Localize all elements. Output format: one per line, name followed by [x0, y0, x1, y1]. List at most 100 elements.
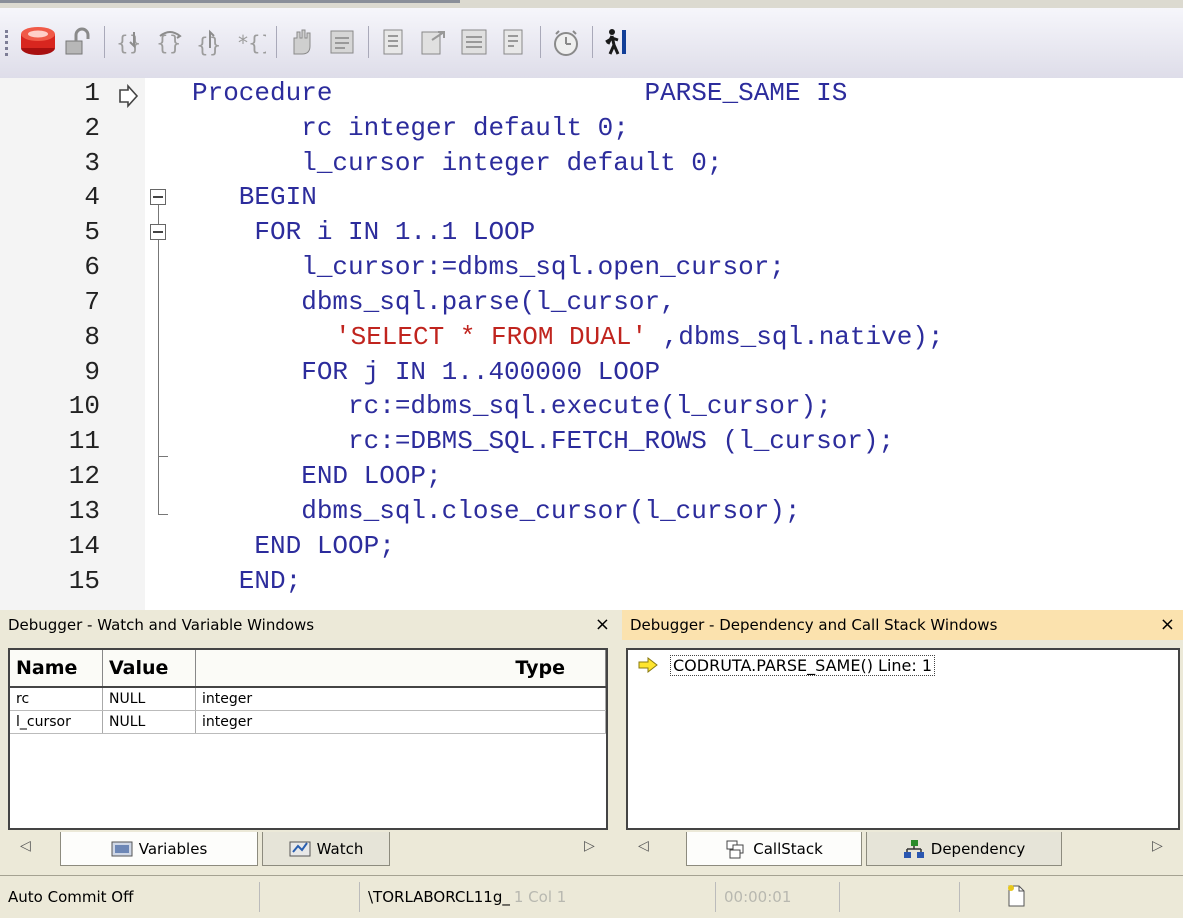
line-number: 9 — [84, 357, 100, 387]
callstack-dependency-panel: Debugger - Dependency and Call Stack Win… — [622, 610, 1183, 875]
step-into-icon[interactable]: {} — [112, 24, 148, 60]
cursor-position: 1 Col 1 — [513, 888, 567, 906]
fold-guide-line — [158, 240, 159, 514]
unlock-icon[interactable] — [60, 24, 96, 60]
execution-timer: 00:00:01 — [716, 882, 840, 912]
status-document-cell — [960, 882, 1183, 912]
code-line: Procedure PARSE_SAME IS — [192, 78, 848, 108]
tab-label: Variables — [138, 839, 208, 858]
exit-debugger-icon[interactable] — [598, 24, 634, 60]
fold-guide-line — [158, 205, 159, 224]
connection-name: \TORLABORCL11g_ — [368, 888, 510, 906]
callstack-panel-title-text: Debugger - Dependency and Call Stack Win… — [630, 616, 998, 634]
run-to-cursor-icon[interactable]: *{} — [232, 24, 268, 60]
status-spacer — [260, 882, 360, 912]
toolbar-grip[interactable] — [5, 30, 12, 56]
column-header-type[interactable]: Type — [195, 650, 606, 688]
list-icon[interactable] — [376, 24, 412, 60]
auto-commit-status[interactable]: Auto Commit Off — [0, 882, 260, 912]
variables-table: Name Value Type rc NULL integer l_cursor… — [10, 650, 606, 734]
watch-panel-title: Debugger - Watch and Variable Windows × — [0, 610, 618, 640]
debugger-toolbar: {} {} {} *{} — [0, 8, 1183, 79]
line-number: 10 — [68, 391, 100, 421]
callstack-panel-tabbar: ◁ CallStack Dependency ▷ — [622, 832, 1183, 874]
fold-guide-tick — [158, 456, 168, 457]
line-number: 14 — [68, 531, 100, 561]
watch-window-icon[interactable] — [456, 24, 492, 60]
status-bar: Auto Commit Off \TORLABORCL11g_ 1 Col 1 0… — [0, 875, 1183, 918]
code-line: rc integer default 0; — [192, 113, 629, 143]
code-line: dbms_sql.close_cursor(l_cursor); — [192, 496, 801, 526]
variable-type: integer — [195, 710, 606, 734]
code-line: rc:=DBMS_SQL.FETCH_ROWS (l_cursor); — [192, 426, 895, 456]
tab-label: Dependency — [930, 839, 1026, 858]
toolbar-separator — [540, 26, 541, 58]
evaluate-icon[interactable] — [416, 24, 452, 60]
code-line: rc:=dbms_sql.execute(l_cursor); — [192, 391, 832, 421]
code-line: END; — [192, 566, 302, 596]
fold-toggle-icon[interactable] — [150, 189, 166, 205]
fold-toggle-icon[interactable] — [150, 224, 166, 240]
variable-type: integer — [195, 687, 606, 711]
svg-text:{}: {} — [116, 31, 141, 55]
window-top-strip — [0, 0, 1183, 8]
connection-status: \TORLABORCL11g_ 1 Col 1 — [360, 882, 716, 912]
table-row[interactable]: l_cursor NULL integer — [10, 710, 606, 734]
step-out-icon[interactable]: {} — [192, 24, 228, 60]
close-icon[interactable]: × — [595, 610, 610, 640]
new-document-icon[interactable] — [1006, 884, 1026, 908]
watch-panel-title-text: Debugger - Watch and Variable Windows — [8, 616, 315, 634]
watch-tab-icon — [289, 841, 311, 856]
halt-hand-icon[interactable] — [284, 24, 320, 60]
step-over-icon[interactable]: {} — [152, 24, 188, 60]
tab-label: Watch — [316, 839, 364, 858]
line-number: 4 — [84, 182, 100, 212]
watch-panel-tabbar: ◁ Variables Watch ▷ — [0, 832, 618, 874]
variables-tab-icon — [111, 841, 133, 856]
tab-callstack[interactable]: CallStack — [686, 832, 862, 866]
call-stack-window-icon[interactable] — [496, 24, 532, 60]
code-editor[interactable]: 1 2 3 4 5 6 7 8 9 10 11 12 13 14 15 Proc… — [0, 78, 1183, 610]
line-number: 7 — [84, 287, 100, 317]
line-number: 6 — [84, 252, 100, 282]
scroll-left-icon[interactable]: ◁ — [20, 838, 31, 854]
code-line: END LOOP; — [192, 531, 395, 561]
list-item[interactable]: CODRUTA.PARSE_SAME() Line: 1 — [638, 653, 936, 677]
line-number: 13 — [68, 496, 100, 526]
tab-label: CallStack — [753, 839, 823, 858]
tab-watch[interactable]: Watch — [262, 832, 390, 866]
scroll-right-icon[interactable]: ▷ — [1152, 838, 1163, 854]
variable-value[interactable]: NULL — [102, 687, 196, 711]
table-header: Name Value Type — [10, 650, 606, 688]
variable-name: l_cursor — [10, 710, 103, 734]
database-icon[interactable] — [16, 22, 60, 58]
code-line: dbms_sql.parse(l_cursor, — [192, 287, 676, 317]
close-icon[interactable]: × — [1160, 610, 1175, 640]
toolbar-separator — [276, 26, 277, 58]
tab-dependency[interactable]: Dependency — [866, 832, 1062, 866]
code-line: 'SELECT * FROM DUAL' ,dbms_sql.native); — [335, 322, 944, 352]
column-header-name[interactable]: Name — [10, 650, 103, 688]
watch-variables-panel: Debugger - Watch and Variable Windows × N… — [0, 610, 618, 875]
callstack-panel-title: Debugger - Dependency and Call Stack Win… — [622, 610, 1183, 640]
dependency-tab-icon — [903, 839, 924, 858]
toolbar-separator — [104, 26, 105, 58]
line-number: 15 — [68, 566, 100, 596]
scroll-left-icon[interactable]: ◁ — [638, 838, 649, 854]
column-header-value[interactable]: Value — [102, 650, 196, 688]
line-number: 8 — [84, 322, 100, 352]
status-spacer — [840, 882, 960, 912]
tab-variables[interactable]: Variables — [60, 832, 258, 866]
code-line: FOR j IN 1..400000 LOOP — [192, 357, 661, 387]
toolbar-separator — [592, 26, 593, 58]
code-line: FOR i IN 1..1 LOOP — [192, 217, 536, 247]
breakpoints-icon[interactable] — [324, 24, 360, 60]
variable-value[interactable]: NULL — [102, 710, 196, 734]
callstack-entry: CODRUTA.PARSE_SAME() Line: 1 — [670, 654, 936, 676]
table-row[interactable]: rc NULL integer — [10, 687, 606, 711]
timer-icon[interactable] — [548, 24, 584, 60]
string-literal: 'SELECT * FROM DUAL' — [335, 322, 648, 352]
scroll-right-icon[interactable]: ▷ — [584, 838, 595, 854]
fold-guide-tick — [158, 514, 168, 515]
callstack-list: CODRUTA.PARSE_SAME() Line: 1 — [626, 648, 1180, 830]
